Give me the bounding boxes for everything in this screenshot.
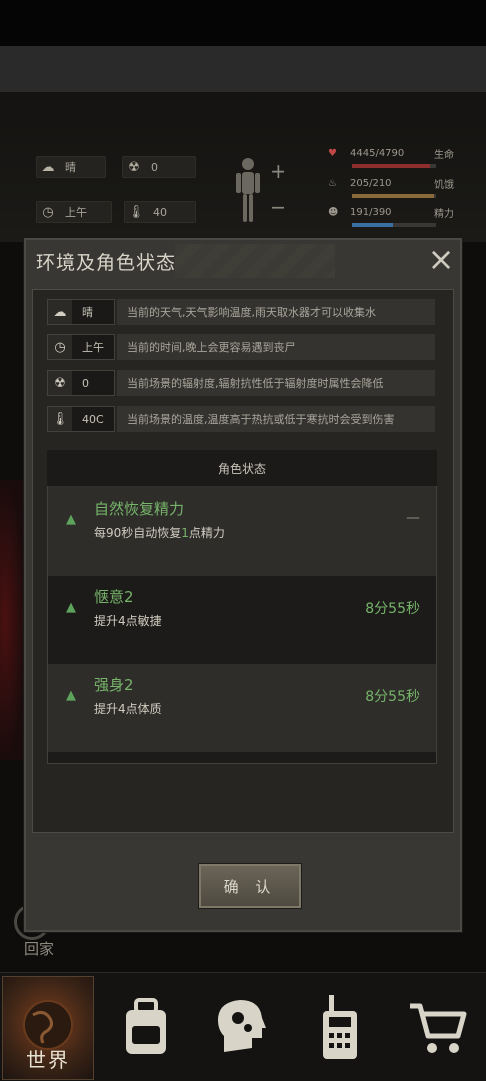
up-arrow-icon: ▲ (66, 512, 76, 527)
background-scene (0, 480, 26, 760)
radiation-icon: ☢ (48, 371, 72, 395)
dialog-title: 环境及角色状态 (36, 252, 177, 274)
env-row-time: ◷ 上午 当前的时间,晚上会更容易遇到丧尸 (47, 334, 435, 360)
header-bar (0, 46, 486, 92)
status-bar (0, 0, 486, 46)
hud-health: ♥ 4445/4790 生命 (328, 142, 478, 168)
hud-radiation: ☢ 0 (122, 156, 196, 178)
cart-icon (410, 1003, 467, 1053)
hazard-stripe (175, 244, 335, 278)
nav-skills[interactable] (196, 976, 288, 1080)
weather-icon: ☁ (48, 300, 72, 324)
character-silhouette-icon[interactable]: + − (232, 156, 284, 226)
heart-icon: ♥ (328, 147, 337, 159)
hud-temperature: 🌡 40 (124, 201, 196, 223)
hud-weather: ☁ 晴 (36, 156, 106, 178)
thermometer-icon: 🌡 (127, 204, 145, 220)
state-list-end (48, 752, 436, 763)
clock-icon: ◷ (42, 204, 54, 220)
radiation-icon: ☢ (128, 159, 140, 175)
state-item: ▲ 自然恢复精力 每90秒自动恢复1点精力 — (48, 488, 436, 576)
svg-text:+: + (270, 159, 284, 183)
nav-backpack[interactable] (100, 976, 192, 1080)
up-arrow-icon: ▲ (66, 688, 76, 703)
env-row-radiation: ☢ 0 当前场景的辐射度,辐射抗性低于辐射度时属性会降低 (47, 370, 435, 396)
up-arrow-icon: ▲ (66, 600, 76, 615)
thermometer-icon: 🌡 (48, 407, 72, 431)
env-row-weather: ☁ 晴 当前的天气,天气影响温度,雨天取水器才可以收集水 (47, 299, 435, 325)
svg-text:−: − (270, 195, 284, 219)
state-item: ▲ 强身2 提升4点体质 8分55秒 (48, 664, 436, 752)
walkie-talkie-icon (323, 995, 357, 1059)
state-header: 角色状态 (47, 450, 437, 486)
close-icon[interactable]: × (424, 242, 458, 276)
confirm-button[interactable]: 确 认 (199, 864, 301, 908)
nav-shop[interactable] (392, 976, 484, 1080)
weather-icon: ☁ (41, 159, 55, 175)
env-row-temperature: 🌡 40C 当前场景的温度,温度高于热抗或低于寒抗时会受到伤害 (47, 406, 435, 432)
clock-icon: ◷ (48, 335, 72, 359)
hud-hunger: ♨ 205/210 饥饿 (328, 172, 478, 198)
head-gears-icon (218, 1000, 266, 1052)
hud-energy: ☻ 191/390 精力 (328, 201, 478, 227)
hud-time: ◷ 上午 (36, 201, 112, 223)
state-item: ▲ 惬意2 提升4点敏捷 8分55秒 (48, 576, 436, 664)
nav-radio[interactable] (294, 976, 386, 1080)
backpack-icon (126, 998, 166, 1054)
nav-world-label: 世界 (26, 1048, 70, 1072)
stomach-icon: ♨ (328, 177, 337, 189)
energy-head-icon: ☻ (328, 206, 339, 218)
